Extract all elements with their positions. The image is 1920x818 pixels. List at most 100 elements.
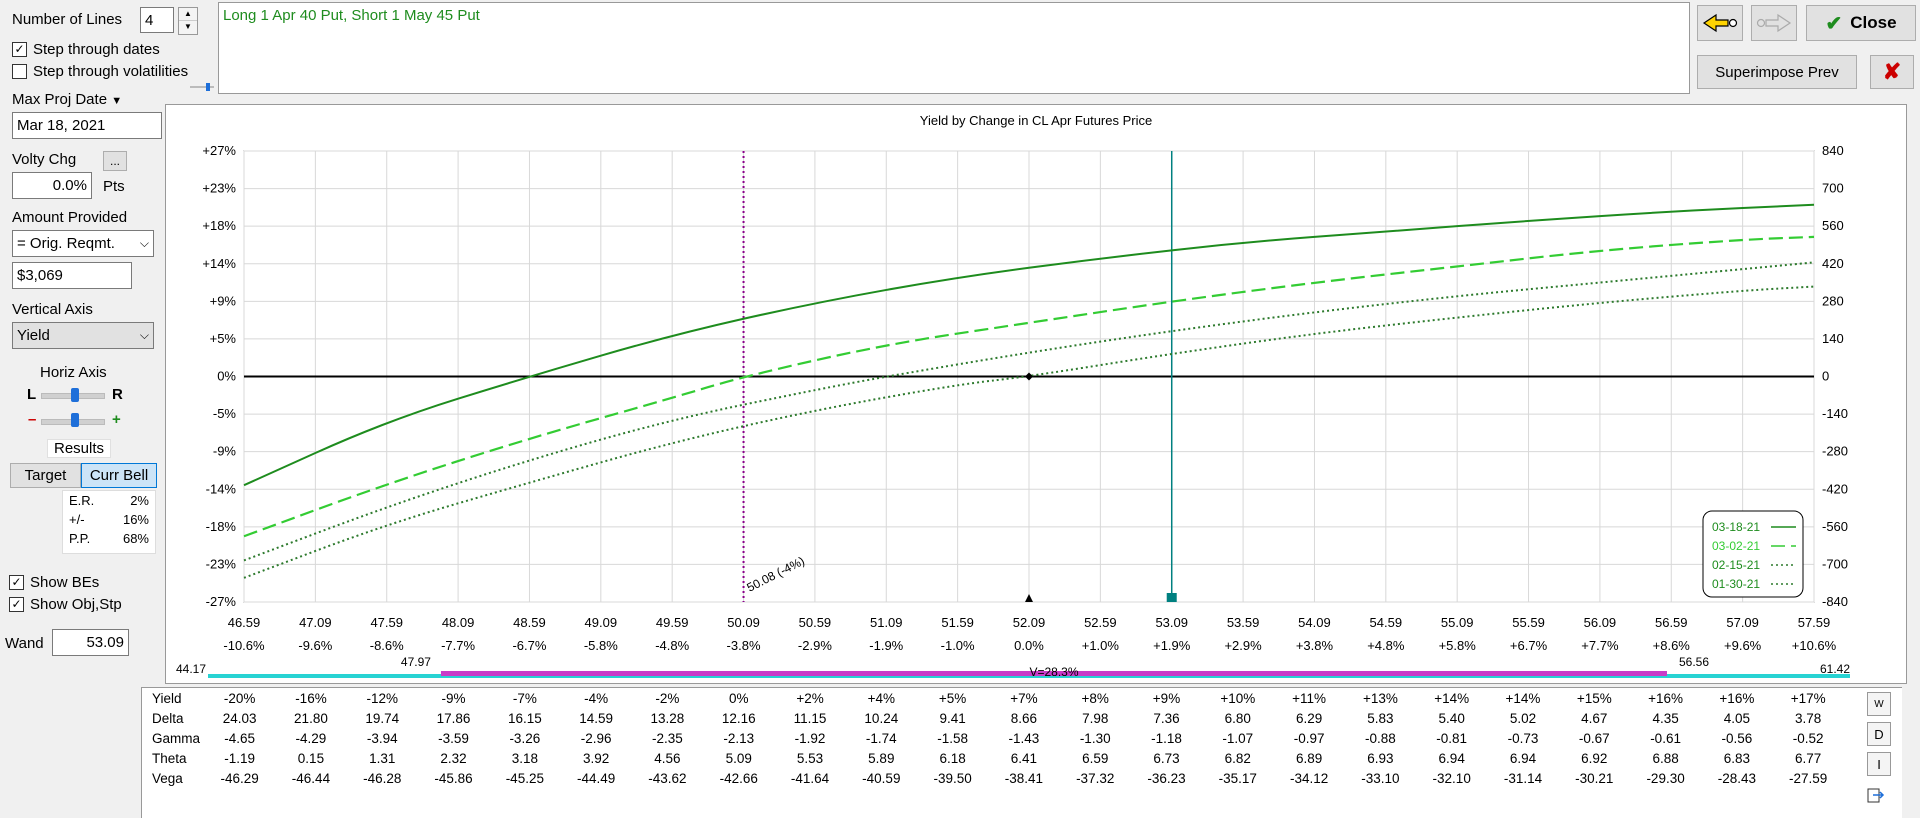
table-cell: 17.86 [436,710,471,726]
table-cell: 10.24 [864,710,899,726]
close-button[interactable]: ✔ Close [1806,5,1916,41]
num-lines-field[interactable]: 4 [140,7,174,33]
table-cell: -45.25 [505,770,544,786]
table-cell: -37.32 [1076,770,1115,786]
chart-panel[interactable]: Yield by Change in CL Apr Futures Price … [165,104,1907,684]
strategy-description-box[interactable]: Long 1 Apr 40 Put, Short 1 May 45 Put [218,2,1690,94]
max-proj-label[interactable]: Max Proj Date ▼ [12,91,122,108]
row-label: Theta [152,750,187,766]
x-tick-price: 54.59 [1370,615,1403,630]
table-cell: -0.61 [1650,730,1681,746]
amount-select[interactable]: = Orig. Reqmt. ⌵ [12,230,154,257]
row-label: Vega [152,770,183,786]
table-cell: +14% [1505,690,1541,706]
x-tick-price: 49.09 [585,615,618,630]
step-dates-checkbox[interactable]: ✓ Step through dates [12,41,160,58]
table-cell: -12% [366,690,398,706]
table-cell: +14% [1434,690,1470,706]
x-tick-percent: +4.8% [1367,638,1405,653]
table-cell: -30.21 [1575,770,1614,786]
y-tick-right: -280 [1822,444,1848,459]
max-proj-date-field[interactable]: Mar 18, 2021 [12,112,162,139]
table-cell: -16% [295,690,327,706]
show-bes-checkbox[interactable]: ✓ Show BEs [9,574,99,591]
table-cell: +10% [1220,690,1256,706]
y-tick-left: +5% [210,331,237,346]
slider-thumb[interactable] [206,83,210,91]
prev-arrow-button[interactable] [1697,5,1743,41]
side-i-button[interactable]: I [1867,752,1891,776]
table-cell: -33.10 [1361,770,1400,786]
table-cell: +7% [1010,690,1038,706]
x-tick-price: 57.09 [1726,615,1759,630]
y-tick-left: -27% [206,594,237,609]
x-tick-price: 53.09 [1155,615,1188,630]
amount-value-field[interactable]: $3,069 [12,262,132,289]
x-tick-price: 51.09 [870,615,903,630]
wand-field[interactable]: 53.09 [52,629,129,656]
x-tick-price: 50.59 [799,615,832,630]
x-tick-percent: +5.8% [1439,638,1477,653]
volty-more-button[interactable]: ... [103,151,127,171]
checkbox-box[interactable] [12,64,27,79]
spin-down-icon[interactable]: ▼ [179,21,197,33]
y-tick-left: -9% [213,444,237,459]
side-w-button[interactable]: W [1867,692,1891,716]
spin-up-icon[interactable]: ▲ [179,8,197,21]
checkbox-box[interactable]: ✓ [12,42,27,57]
x-tick-percent: +6.7% [1510,638,1548,653]
curr-bell-button[interactable]: Curr Bell [81,463,157,488]
table-cell: 3.78 [1795,710,1822,726]
table-cell: 21.80 [294,710,328,726]
table-cell: -0.73 [1507,730,1539,746]
x-tick-percent: -10.6% [223,638,265,653]
result-row: +/- 16% [69,512,149,527]
vertical-axis-select[interactable]: Yield ⌵ [12,322,154,349]
table-cell: +15% [1576,690,1612,706]
side-d-button[interactable]: D [1867,722,1891,746]
show-obj-checkbox[interactable]: ✓ Show Obj,Stp [9,596,122,613]
table-cell: -2.96 [580,730,612,746]
y-tick-left: +23% [202,181,236,196]
table-cell: 6.94 [1438,750,1465,766]
y-tick-right: -140 [1822,406,1848,421]
y-tick-right: 420 [1822,256,1844,271]
slider-thumb[interactable] [71,388,79,402]
table-cell: 0% [728,690,749,706]
table-cell: -3.59 [438,730,469,746]
table-row-vega: Vega -46.29 -46.44 -46.28 -45.86 -45.25 -44.49… [142,768,1902,788]
chevron-down-icon: ⌵ [139,328,149,342]
table-cell: -0.81 [1436,730,1468,746]
table-cell: 5.53 [796,750,824,766]
wand-marker[interactable] [1166,593,1177,602]
step-vol-checkbox[interactable]: Step through volatilities [12,63,188,80]
yield-chart[interactable]: 46.59 -10.6% 47.09 -9.6% 47.59 -8.6% 48.09 -7.7… [166,105,1906,683]
table-cell: 3.18 [511,750,538,766]
vol-step-mini-slider[interactable] [190,83,214,91]
checkbox-box[interactable]: ✓ [9,575,24,590]
table-cell: 4.67 [1581,710,1608,726]
num-lines-spinner[interactable]: ▲ ▼ [178,7,198,35]
x-tick-price: 52.59 [1084,615,1117,630]
superimpose-prev-button[interactable]: Superimpose Prev [1697,55,1857,89]
slider-thumb[interactable] [71,413,79,427]
table-cell: +5% [938,690,967,706]
table-cell: -9% [441,690,466,706]
table-cell: 4.05 [1723,710,1751,726]
volty-field[interactable]: 0.0% [12,172,92,199]
delete-x-button[interactable]: ✘ [1870,55,1914,89]
target-button[interactable]: Target [10,463,81,488]
table-cell: 6.80 [1224,710,1251,726]
table-cell: 14.59 [579,710,614,726]
table-cell: 6.89 [1295,750,1323,766]
table-row-yield: Yield -20% -16% -12% -9% -7% -4% -2% 0% +2% +4% +5%… [142,688,1902,708]
next-arrow-button[interactable] [1751,5,1797,41]
bell-center-label: V=28.3% [1029,665,1078,679]
export-icon[interactable] [1867,786,1885,804]
num-lines-label: Number of Lines [12,11,123,28]
x-tick-percent: -1.0% [941,638,975,653]
checkbox-box[interactable]: ✓ [9,597,24,612]
arrow-left-icon [1702,13,1738,33]
table-cell: -1.30 [1079,730,1111,746]
result-row: E.R. 2% [69,493,149,508]
